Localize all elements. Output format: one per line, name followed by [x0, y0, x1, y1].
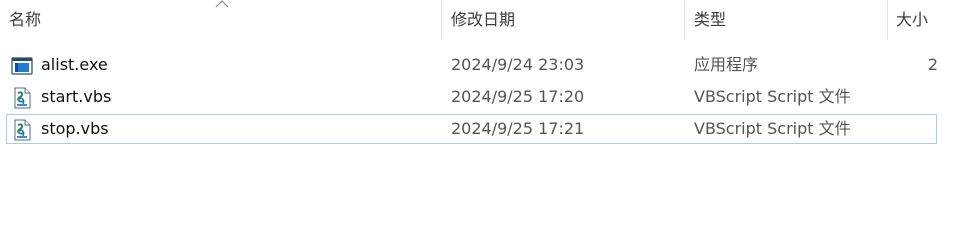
- column-header-date[interactable]: 修改日期: [451, 0, 681, 40]
- column-divider[interactable]: [887, 0, 888, 40]
- file-name: alist.exe: [41, 55, 108, 74]
- column-divider[interactable]: [441, 0, 442, 40]
- column-header-type[interactable]: 类型: [694, 0, 884, 40]
- column-header-size-label: 大小: [896, 10, 929, 29]
- application-window-icon: [11, 57, 33, 75]
- file-list-view: 名称 修改日期 类型 大小 alist.exe 2024/9/24 23:03 …: [0, 0, 957, 250]
- file-row-stop-vbs[interactable]: stop.vbs 2024/9/25 17:21 VBScript Script…: [6, 114, 937, 144]
- file-date-modified: 2024/9/25 17:21: [451, 119, 585, 138]
- file-type: VBScript Script 文件: [694, 87, 851, 106]
- file-name: stop.vbs: [41, 119, 109, 138]
- file-name: start.vbs: [41, 87, 112, 106]
- file-size: [907, 115, 938, 143]
- column-header-size[interactable]: 大小: [896, 0, 946, 40]
- file-size: [907, 83, 938, 111]
- file-date-modified: 2024/9/25 17:20: [451, 87, 585, 106]
- column-header-name-label: 名称: [9, 10, 42, 29]
- file-type: 应用程序: [694, 55, 759, 74]
- sort-ascending-icon: [215, 0, 229, 8]
- file-date-modified: 2024/9/24 23:03: [451, 55, 585, 74]
- file-row-alist-exe[interactable]: alist.exe 2024/9/24 23:03 应用程序 2: [6, 50, 938, 80]
- file-size: 2: [927, 55, 938, 74]
- column-divider[interactable]: [684, 0, 685, 40]
- vbscript-file-icon: [14, 87, 31, 109]
- file-row-start-vbs[interactable]: start.vbs 2024/9/25 17:20 VBScript Scrip…: [6, 82, 937, 112]
- vbscript-file-icon: [14, 119, 31, 141]
- column-header-bar: 名称 修改日期 类型 大小: [0, 0, 957, 40]
- column-header-date-label: 修改日期: [451, 10, 516, 29]
- column-header-type-label: 类型: [694, 10, 727, 29]
- file-type: VBScript Script 文件: [694, 119, 851, 138]
